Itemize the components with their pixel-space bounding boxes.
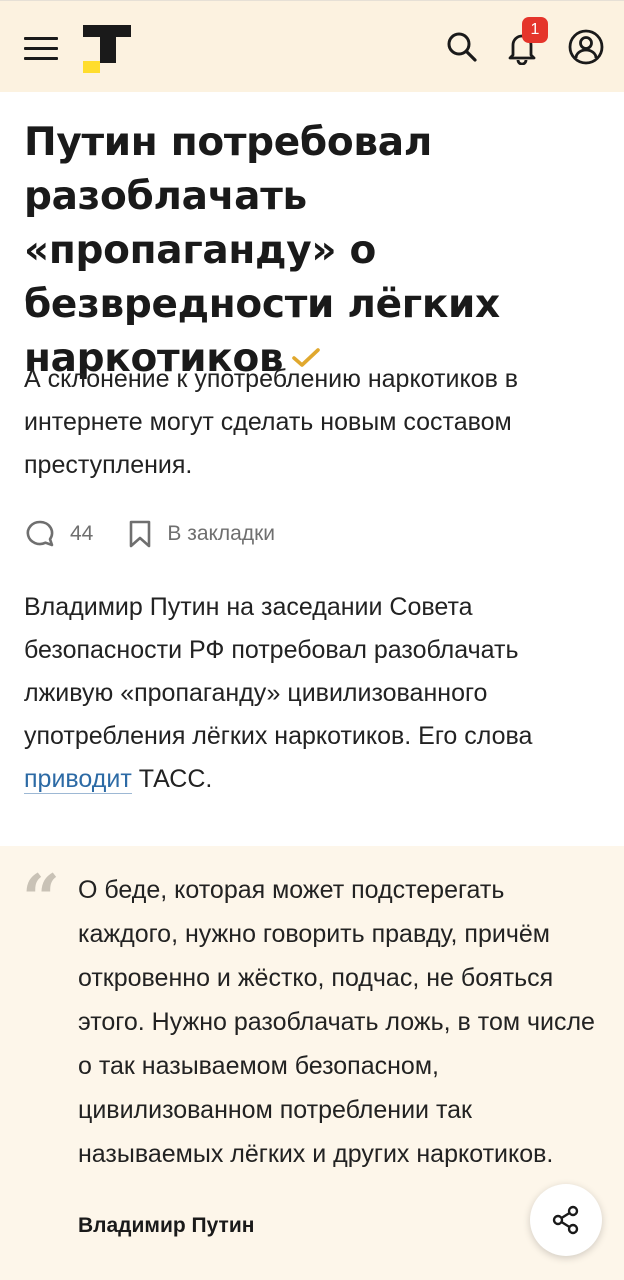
- share-button[interactable]: [530, 1184, 602, 1256]
- tinkoff-journal-logo[interactable]: [80, 19, 134, 75]
- source-link[interactable]: приводит: [24, 765, 132, 794]
- article-meta: 44 В закладки: [24, 512, 275, 556]
- paragraph-text: Владимир Путин на заседании Совета безоп…: [24, 593, 533, 750]
- bookmark-label: В закладки: [167, 522, 276, 545]
- paragraph-tail: ТАСС.: [131, 765, 213, 793]
- comments-button[interactable]: 44: [24, 518, 93, 550]
- user-icon[interactable]: [564, 25, 608, 69]
- bookmark-button[interactable]: В закладки: [127, 519, 275, 549]
- comments-count: 44: [70, 522, 94, 545]
- article-title-text: Путин потребовал разоблачать «пропаганду…: [24, 120, 500, 381]
- quote-mark-icon: “: [22, 860, 60, 938]
- bookmark-icon: [130, 520, 151, 548]
- hamburger-icon[interactable]: [24, 37, 58, 61]
- article-paragraph: Владимир Путин на заседании Совета безоп…: [24, 586, 604, 801]
- article-title: Путин потребовал разоблачать «пропаганду…: [24, 116, 614, 386]
- share-icon: [552, 1205, 579, 1235]
- quote-text: О беде, которая может подстерегать каждо…: [78, 876, 595, 1168]
- quote-author: Владимир Путин: [78, 1214, 255, 1237]
- top-header: 1: [0, 0, 624, 92]
- search-icon[interactable]: [440, 25, 484, 69]
- notification-badge: 1: [522, 17, 548, 43]
- comment-icon: [26, 520, 54, 547]
- article-lead: А склонение к употреблению наркотиков в …: [24, 365, 519, 479]
